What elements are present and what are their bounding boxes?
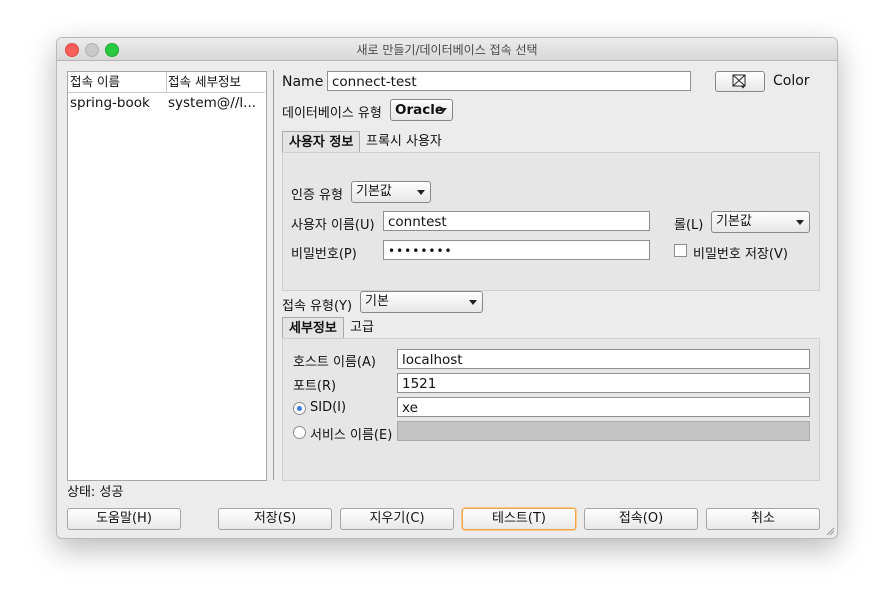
password-label: 비밀번호(P)	[291, 247, 357, 262]
dialog-window: 새로 만들기/데이터베이스 접속 선택 접속 이름 접속 세부정보 spring…	[56, 37, 838, 539]
color-picker-button[interactable]	[715, 71, 765, 92]
db-type-label: 데이터베이스 유형	[282, 106, 382, 121]
split-divider[interactable]	[273, 70, 274, 480]
db-type-value: Oracle	[395, 102, 445, 118]
save-password-label: 비밀번호 저장(V)	[693, 247, 788, 262]
resize-grip-icon[interactable]	[825, 526, 835, 536]
color-swatch-icon	[732, 74, 746, 89]
color-label: Color	[773, 73, 810, 89]
sid-label: SID(I)	[310, 400, 347, 415]
conn-type-value: 기본	[365, 294, 389, 309]
chevron-down-icon	[417, 190, 425, 195]
auth-type-label: 인증 유형	[291, 188, 343, 203]
window-title: 새로 만들기/데이터베이스 접속 선택	[356, 43, 538, 57]
clear-button[interactable]: 지우기(C)	[340, 508, 454, 530]
tab-details[interactable]: 세부정보	[282, 317, 344, 338]
username-input[interactable]: conntest	[383, 211, 650, 231]
db-type-select[interactable]: Oracle	[390, 99, 453, 121]
connection-row-details[interactable]: system@//l...	[166, 94, 264, 112]
tab-advanced[interactable]: 고급	[344, 317, 380, 338]
chevron-down-icon	[469, 300, 477, 305]
column-header-connection-details[interactable]: 접속 세부정보	[166, 72, 265, 93]
column-header-connection-name[interactable]: 접속 이름	[68, 72, 167, 93]
conn-type-label: 접속 유형(Y)	[282, 299, 353, 314]
port-label: 포트(R)	[293, 379, 337, 394]
sid-radio[interactable]	[293, 402, 306, 415]
auth-type-select[interactable]: 기본값	[351, 181, 431, 203]
help-button[interactable]: 도움말(H)	[67, 508, 181, 530]
password-input[interactable]: ••••••••	[383, 240, 650, 260]
title-bar: 새로 만들기/데이터베이스 접속 선택	[57, 38, 837, 61]
conn-type-select[interactable]: 기본	[360, 291, 483, 313]
host-input[interactable]: localhost	[397, 349, 810, 369]
port-input[interactable]: 1521	[397, 373, 810, 393]
username-label: 사용자 이름(U)	[291, 218, 375, 233]
auth-type-value: 기본값	[356, 184, 392, 199]
role-label: 롤(L)	[674, 218, 704, 233]
role-value: 기본값	[716, 214, 752, 229]
service-name-radio[interactable]	[293, 426, 306, 439]
service-name-input[interactable]	[397, 421, 810, 441]
connection-row-name[interactable]: spring-book	[68, 94, 166, 112]
tab-proxy-user[interactable]: 프록시 사용자	[360, 131, 448, 152]
chevron-down-icon	[439, 108, 447, 113]
name-label: Name	[282, 74, 324, 90]
connect-button[interactable]: 접속(O)	[584, 508, 698, 530]
save-button[interactable]: 저장(S)	[218, 508, 332, 530]
service-name-label: 서비스 이름(E)	[310, 428, 393, 443]
chevron-down-icon	[796, 220, 804, 225]
host-label: 호스트 이름(A)	[293, 355, 376, 370]
cancel-button[interactable]: 취소	[706, 508, 820, 530]
connection-list[interactable]: 접속 이름 접속 세부정보 spring-book system@//l...	[67, 71, 267, 481]
test-button[interactable]: 테스트(T)	[462, 508, 576, 530]
save-password-checkbox[interactable]	[674, 244, 687, 257]
connection-name-input[interactable]: connect-test	[327, 71, 691, 91]
sid-input[interactable]: xe	[397, 397, 810, 417]
status-label: 상태: 성공	[67, 485, 124, 500]
role-select[interactable]: 기본값	[711, 211, 810, 233]
tab-user-info[interactable]: 사용자 정보	[282, 131, 361, 152]
